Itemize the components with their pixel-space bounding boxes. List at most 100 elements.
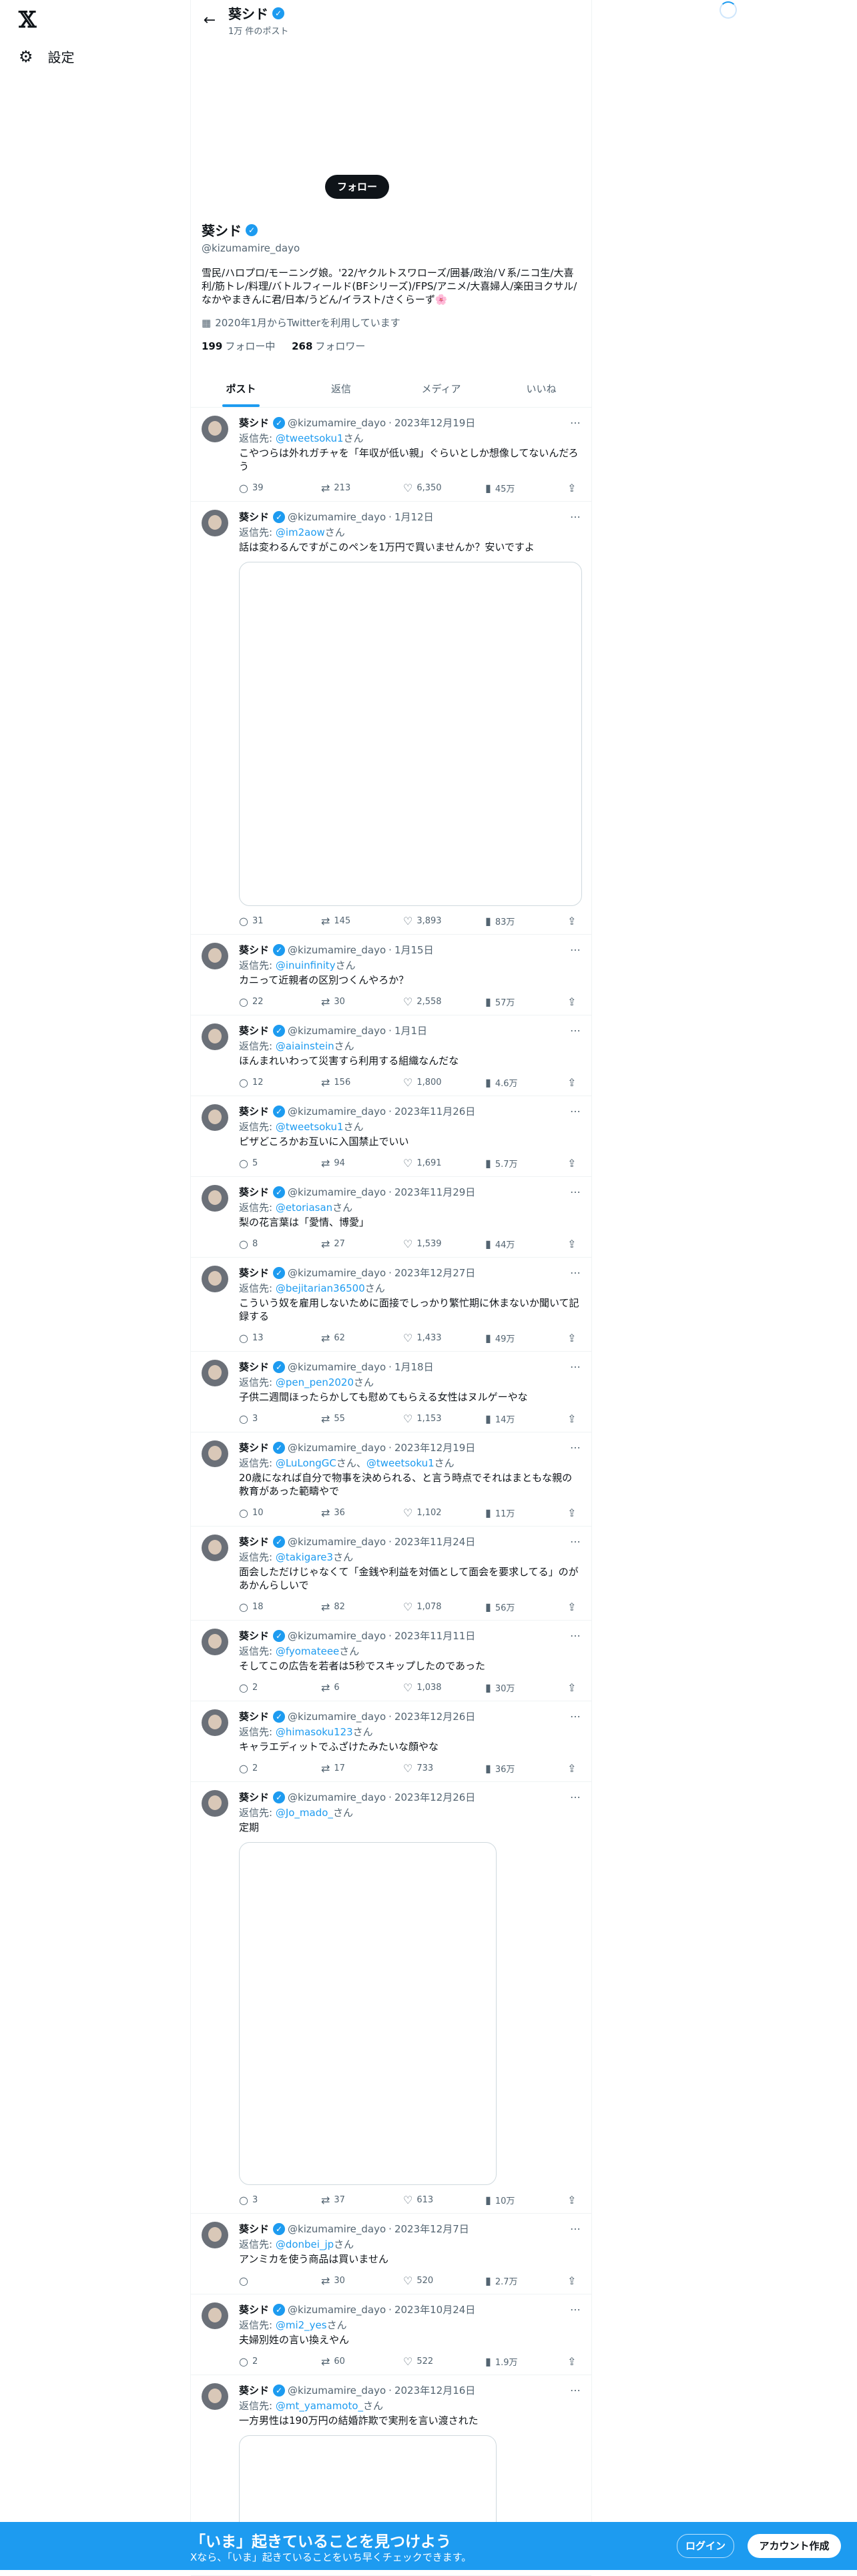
share-button[interactable]: ⇪ — [567, 1332, 581, 1344]
more-options-icon[interactable]: ⋯ — [570, 1535, 581, 1548]
tweet-author-handle[interactable]: @kizumamire_dayo — [288, 1442, 386, 1454]
reply-button[interactable]: ○ 2 — [239, 2355, 279, 2368]
like-button[interactable]: ♡ 1,691 — [403, 1157, 443, 1170]
more-options-icon[interactable]: ⋯ — [570, 510, 581, 523]
tweet[interactable]: 葵シド ✓ @kizumamire_dayo · 2023年12月19日 ⋯ 返信先: @L… — [191, 1432, 591, 1527]
avatar[interactable] — [202, 1535, 228, 1561]
tweet-media[interactable] — [239, 562, 582, 906]
more-options-icon[interactable]: ⋯ — [570, 1105, 581, 1118]
like-button[interactable]: ♡ 1,539 — [403, 1238, 443, 1250]
tweet-author-handle[interactable]: @kizumamire_dayo — [288, 2223, 386, 2235]
tweet[interactable]: 葵シド ✓ @kizumamire_dayo · 1月18日 ⋯ 返信先: @pen_pen… — [191, 1352, 591, 1432]
tweet-author-handle[interactable]: @kizumamire_dayo — [288, 2385, 386, 2397]
avatar[interactable] — [202, 1023, 228, 1050]
tab-media[interactable]: メディア — [391, 372, 491, 407]
tweet-author-handle[interactable]: @kizumamire_dayo — [288, 1361, 386, 1373]
followers-count[interactable]: 268 — [292, 340, 312, 352]
tweet-date[interactable]: 2023年12月26日 — [394, 1790, 475, 1804]
like-button[interactable]: ♡ 1,153 — [403, 1412, 443, 1425]
tweet-date[interactable]: 2023年12月19日 — [394, 416, 475, 430]
share-button[interactable]: ⇪ — [567, 1238, 581, 1250]
retweet-button[interactable]: ⇄ 27 — [321, 1238, 361, 1250]
retweet-button[interactable]: ⇄ 36 — [321, 1507, 361, 1519]
tweet-date[interactable]: 2023年12月26日 — [394, 1709, 475, 1723]
avatar[interactable] — [202, 1440, 228, 1467]
tweet-date[interactable]: 1月15日 — [394, 943, 434, 957]
signup-button[interactable]: アカウント作成 — [748, 2534, 841, 2558]
like-button[interactable]: ♡ 1,800 — [403, 1076, 443, 1089]
tweet-author-handle[interactable]: @kizumamire_dayo — [288, 944, 386, 956]
tweet[interactable]: 葵シド ✓ @kizumamire_dayo · 2023年11月24日 ⋯ 返信先: @t… — [191, 1527, 591, 1621]
share-button[interactable]: ⇪ — [567, 1507, 581, 1519]
tweet-author-name[interactable]: 葵シド — [239, 510, 269, 524]
tweet-author-handle[interactable]: @kizumamire_dayo — [288, 1630, 386, 1642]
views-button[interactable]: ▮ 14万 — [485, 1412, 525, 1425]
retweet-button[interactable]: ⇄ 37 — [321, 2194, 361, 2206]
retweet-button[interactable]: ⇄ 145 — [321, 915, 361, 927]
like-button[interactable]: ♡ 1,038 — [403, 1681, 443, 1694]
tweet[interactable]: 葵シド ✓ @kizumamire_dayo · 1月1日 ⋯ 返信先: @aiainste… — [191, 1015, 591, 1096]
views-button[interactable]: ▮ 4.6万 — [485, 1076, 525, 1089]
avatar[interactable] — [202, 1709, 228, 1736]
views-button[interactable]: ▮ 49万 — [485, 1332, 525, 1344]
tweet-author-handle[interactable]: @kizumamire_dayo — [288, 2304, 386, 2316]
share-button[interactable]: ⇪ — [567, 1157, 581, 1170]
tweet[interactable]: 葵シド ✓ @kizumamire_dayo · 2023年12月19日 ⋯ 返信先: @t… — [191, 408, 591, 502]
retweet-button[interactable]: ⇄ 30 — [321, 2274, 361, 2287]
like-button[interactable]: ♡ 520 — [403, 2274, 443, 2287]
retweet-button[interactable]: ⇄ 213 — [321, 482, 361, 494]
reply-button[interactable]: ○ 31 — [239, 915, 279, 927]
tweet-date[interactable]: 2023年11月29日 — [394, 1185, 475, 1199]
reply-button[interactable]: ○ 13 — [239, 1332, 279, 1344]
tweet-author-name[interactable]: 葵シド — [239, 1023, 269, 1037]
more-options-icon[interactable]: ⋯ — [570, 1266, 581, 1279]
back-arrow-icon[interactable]: ← — [191, 12, 228, 29]
following-count[interactable]: 199 — [202, 340, 222, 352]
tweet[interactable]: 葵シド ✓ @kizumamire_dayo · 1月12日 ⋯ 返信先: @im2aowさ… — [191, 502, 591, 935]
reply-button[interactable]: ○ 2 — [239, 1681, 279, 1694]
settings-link[interactable]: ⚙ 設定 — [19, 47, 75, 66]
views-button[interactable]: ▮ 30万 — [485, 1681, 525, 1694]
tweet[interactable]: 葵シド ✓ @kizumamire_dayo · 2023年11月11日 ⋯ 返信先: @f… — [191, 1621, 591, 1701]
reply-button[interactable]: ○ 3 — [239, 2194, 279, 2206]
reply-to-link[interactable]: @takigare3 — [276, 1551, 333, 1563]
tweet[interactable]: 葵シド ✓ @kizumamire_dayo · 2023年12月7日 ⋯ 返信先: @do… — [191, 2214, 591, 2294]
followers-label[interactable]: フォロワー — [315, 340, 365, 352]
tweet[interactable]: 葵シド ✓ @kizumamire_dayo · 2023年11月26日 ⋯ 返信先: @t… — [191, 1096, 591, 1177]
like-button[interactable]: ♡ 1,433 — [403, 1332, 443, 1344]
tweet[interactable]: 葵シド ✓ @kizumamire_dayo · 2023年12月26日 ⋯ 返信先: @h… — [191, 1701, 591, 1782]
more-options-icon[interactable]: ⋯ — [570, 1629, 581, 1642]
tweet-author-name[interactable]: 葵シド — [239, 416, 269, 430]
tweet-author-handle[interactable]: @kizumamire_dayo — [288, 1106, 386, 1118]
share-button[interactable]: ⇪ — [567, 1076, 581, 1089]
reply-to-link[interactable]: @bejitarian36500 — [276, 1282, 365, 1294]
reply-to-link[interactable]: @Jo_mado_ — [276, 1807, 333, 1819]
tweet-author-handle[interactable]: @kizumamire_dayo — [288, 1267, 386, 1279]
tweet-author-handle[interactable]: @kizumamire_dayo — [288, 1536, 386, 1548]
views-button[interactable]: ▮ 1.9万 — [485, 2355, 525, 2368]
views-button[interactable]: ▮ 56万 — [485, 1601, 525, 1613]
share-button[interactable]: ⇪ — [567, 2274, 581, 2287]
tweet-author-handle[interactable]: @kizumamire_dayo — [288, 1025, 386, 1037]
share-button[interactable]: ⇪ — [567, 1762, 581, 1775]
tweet-author-name[interactable]: 葵シド — [239, 1629, 269, 1643]
more-options-icon[interactable]: ⋯ — [570, 416, 581, 429]
tweet-author-name[interactable]: 葵シド — [239, 2222, 269, 2236]
tweet-author-name[interactable]: 葵シド — [239, 2383, 269, 2397]
login-button[interactable]: ログイン — [677, 2534, 734, 2558]
more-options-icon[interactable]: ⋯ — [570, 1186, 581, 1198]
more-options-icon[interactable]: ⋯ — [570, 2384, 581, 2397]
retweet-button[interactable]: ⇄ 6 — [321, 1681, 361, 1694]
retweet-button[interactable]: ⇄ 55 — [321, 1412, 361, 1425]
tweet-date[interactable]: 2023年11月26日 — [394, 1104, 475, 1118]
reply-to-link[interactable]: @pen_pen2020 — [276, 1376, 354, 1388]
more-options-icon[interactable]: ⋯ — [570, 1710, 581, 1723]
tweet[interactable]: 葵シド ✓ @kizumamire_dayo · 2023年12月27日 ⋯ 返信先: @b… — [191, 1258, 591, 1352]
views-button[interactable]: ▮ 10万 — [485, 2194, 525, 2206]
reply-to-link[interactable]: @tweetsoku1 — [366, 1457, 435, 1469]
reply-button[interactable]: ○ 12 — [239, 1076, 279, 1089]
views-button[interactable]: ▮ 57万 — [485, 995, 525, 1008]
reply-to-link[interactable]: @tweetsoku1 — [276, 432, 344, 444]
tweet-media[interactable] — [239, 1842, 497, 2185]
views-button[interactable]: ▮ 83万 — [485, 915, 525, 927]
